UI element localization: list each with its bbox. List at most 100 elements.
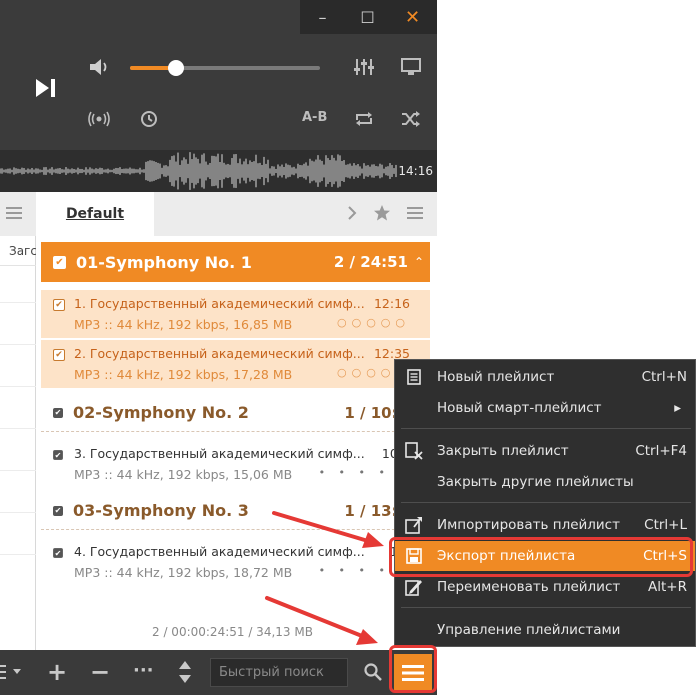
track-info: MP3 :: 44 kHz, 192 kbps, 18,72 MB [74, 565, 293, 580]
menu-item-manage-playlists[interactable]: Управление плейлистами [395, 615, 695, 645]
list-item [0, 554, 36, 555]
playlist-tab-bar: Default [36, 192, 437, 236]
group-title: 02-Symphony No. 2 [73, 403, 249, 422]
broadcast-icon[interactable] [88, 108, 110, 130]
add-button[interactable]: + [47, 658, 67, 686]
close-playlist-icon [404, 441, 424, 461]
menu-item-label: Управление плейлистами [437, 622, 621, 638]
ab-repeat-button[interactable]: A-B [302, 110, 327, 125]
total-time: 14:16 [398, 164, 433, 178]
library-column-header[interactable]: Загс [0, 236, 36, 266]
collapse-icon[interactable]: ⌃ [414, 255, 424, 269]
tab-default-label: Default [65, 206, 125, 222]
playlist-group-header[interactable]: ✔ 03-Symphony No. 3 1 / 13:3 [41, 492, 430, 530]
equalizer-icon[interactable] [353, 56, 375, 78]
waveform-seekbar[interactable]: 14:16 [0, 150, 437, 192]
menu-separator [401, 428, 691, 429]
track-rating[interactable]: ○○○○○ [337, 316, 410, 329]
list-item [0, 302, 36, 303]
track-info: MP3 :: 44 kHz, 192 kbps, 17,28 MB [74, 367, 293, 382]
shuffle-icon[interactable] [400, 108, 422, 130]
library-panel: Загс [0, 192, 36, 650]
list-item [0, 344, 36, 345]
list-item [0, 470, 36, 471]
track-title: 2. Государственный академический симф... [74, 346, 364, 361]
bottom-toolbar: + − ··· [0, 650, 437, 695]
volume-slider-knob[interactable] [167, 60, 184, 76]
view-mode-icon[interactable] [0, 663, 26, 681]
play-pause-icon[interactable] [34, 76, 58, 100]
menu-item-new-playlist[interactable]: Новый плейлист Ctrl+N [395, 362, 695, 392]
track-row[interactable]: ✔ 4. Государственный академический симф.… [41, 538, 430, 586]
playlist-status: 2 / 00:00:24:51 / 34,13 MB [152, 625, 313, 639]
control-panel: – ☐ ✕ A-B [0, 0, 437, 150]
playlist-context-menu: Новый плейлист Ctrl+N Новый смарт-плейли… [394, 359, 696, 647]
hamburger-icon[interactable] [6, 206, 22, 220]
track-title: 4. Государственный академический симф... [74, 544, 364, 559]
menu-item-shortcut: Ctrl+N [641, 369, 687, 385]
highlight-frame-menu-button [389, 645, 437, 693]
quick-search-input[interactable] [210, 658, 348, 687]
menu-item-label: Новый смарт-плейлист [437, 400, 602, 416]
playlist-group-header[interactable]: ✔ 02-Symphony No. 2 1 / 10:5 [41, 394, 430, 432]
track-row[interactable]: ✔ 3. Государственный академический симф.… [41, 440, 430, 488]
list-item [0, 428, 36, 429]
list-item [0, 512, 36, 513]
search-icon[interactable] [364, 663, 382, 681]
checkbox-checked-icon[interactable]: ✔ [53, 450, 63, 460]
group-title: 03-Symphony No. 3 [73, 501, 249, 520]
close-button[interactable]: ✕ [390, 0, 435, 34]
menu-item-label: Новый плейлист [437, 369, 555, 385]
playlist-panel: Default ✔ 01-Symphony No. 1 2 / 24:51 ⌃ … [36, 192, 437, 650]
maximize-button[interactable]: ☐ [345, 0, 390, 34]
waveform-graphic [0, 152, 397, 190]
menu-item-shortcut: Alt+R [648, 579, 687, 595]
checkbox-checked-icon[interactable]: ✔ [53, 349, 65, 361]
new-playlist-icon [404, 367, 424, 387]
checkbox-checked-icon[interactable]: ✔ [53, 299, 65, 311]
track-row[interactable]: ✔ 1. Государственный академический симф.… [41, 290, 430, 338]
menu-item-label: Переименовать плейлист [437, 579, 621, 595]
repeat-icon[interactable] [353, 108, 375, 130]
menu-item-close-playlist[interactable]: Закрыть плейлист Ctrl+F4 [395, 436, 695, 466]
remove-button[interactable]: − [90, 658, 110, 686]
import-icon [404, 515, 424, 535]
menu-item-label: Импортировать плейлист [437, 517, 620, 533]
monitor-icon[interactable] [400, 56, 422, 78]
window-controls: – ☐ ✕ [300, 0, 437, 34]
menu-item-import-playlist[interactable]: Импортировать плейлист Ctrl+L [395, 510, 695, 540]
volume-icon[interactable] [88, 56, 110, 78]
volume-slider[interactable] [130, 60, 320, 76]
checkbox-checked-icon[interactable]: ✔ [53, 255, 66, 269]
menu-item-shortcut: Ctrl+L [644, 517, 687, 533]
menu-item-shortcut: Ctrl+F4 [635, 443, 687, 459]
menu-item-label: Закрыть плейлист [437, 443, 569, 459]
playlist-group-header[interactable]: ✔ 01-Symphony No. 1 2 / 24:51 ⌃ [41, 242, 430, 282]
track-title: 3. Государственный академический симф... [74, 446, 364, 461]
star-icon[interactable] [373, 204, 391, 222]
track-info: MP3 :: 44 kHz, 192 kbps, 16,85 MB [74, 317, 293, 332]
checkbox-checked-icon[interactable]: ✔ [53, 407, 63, 418]
checkbox-checked-icon[interactable]: ✔ [53, 548, 63, 558]
clock-icon[interactable] [138, 108, 160, 130]
more-button[interactable]: ··· [133, 660, 154, 681]
tab-default[interactable]: Default [36, 192, 154, 236]
minimize-button[interactable]: – [300, 0, 345, 34]
track-row[interactable]: ✔ 2. Государственный академический симф.… [41, 340, 430, 388]
highlight-frame-export [389, 537, 693, 577]
checkbox-checked-icon[interactable]: ✔ [53, 505, 63, 516]
library-tab[interactable] [0, 192, 36, 236]
menu-separator [401, 502, 691, 503]
rename-icon [404, 577, 424, 597]
move-up-down-icon[interactable] [178, 660, 192, 684]
tab-tools [347, 204, 423, 222]
track-info: MP3 :: 44 kHz, 192 kbps, 15,06 MB [74, 467, 293, 482]
hamburger-icon[interactable] [407, 206, 423, 220]
group-time: 2 / 24:51 [333, 253, 408, 271]
chevron-right-icon[interactable] [347, 206, 357, 220]
player-window: – ☐ ✕ A-B 14:16 Загс Default ✔ 01-Sympho… [0, 0, 437, 695]
list-item [0, 386, 36, 387]
menu-item-new-smart-playlist[interactable]: Новый смарт-плейлист ▸ [395, 393, 695, 423]
group-title: 01-Symphony No. 1 [76, 252, 252, 272]
menu-item-close-other-playlists[interactable]: Закрыть другие плейлисты [395, 467, 695, 497]
